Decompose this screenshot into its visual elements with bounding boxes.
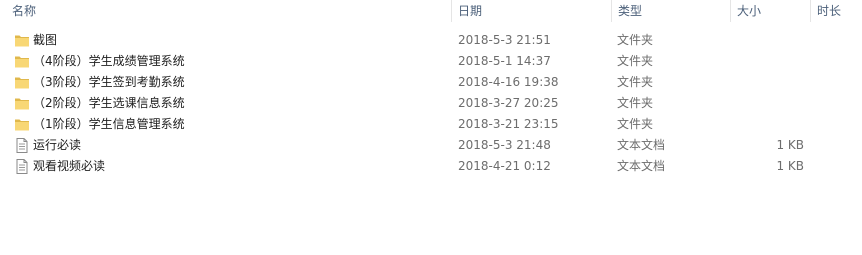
column-header-date[interactable]: 日期 [452,0,611,22]
file-type: 文本文档 [617,159,666,173]
file-name-cell[interactable]: （4阶段）学生成绩管理系统 [14,51,444,72]
column-header-bar: 名称 日期 类型 大小 时长 [0,0,862,22]
folder-icon [14,33,30,48]
file-size: 1 KB [776,138,804,152]
file-name: 截图 [33,33,58,47]
file-date: 2018-5-3 21:51 [458,33,551,47]
column-header-duration[interactable]: 时长 [811,0,862,22]
text-document-icon [14,159,30,174]
file-name-cell[interactable]: 运行必读 [14,135,444,156]
file-size [737,93,804,114]
file-name: 运行必读 [33,138,82,152]
file-name: （4阶段）学生成绩管理系统 [33,54,185,68]
file-list: 截图 2018-5-3 21:51 文件夹 （4阶段）学生成绩管理系统 2018-5-1… [0,30,862,177]
file-row[interactable]: 截图 2018-5-3 21:51 文件夹 [0,30,862,51]
file-name: 观看视频必读 [33,159,106,173]
file-size [737,114,804,135]
file-row[interactable]: （4阶段）学生成绩管理系统 2018-5-1 14:37 文件夹 [0,51,862,72]
file-name-cell[interactable]: 观看视频必读 [14,156,444,177]
file-name: （3阶段）学生签到考勤系统 [33,75,185,89]
file-date: 2018-3-27 20:25 [458,96,559,110]
file-date: 2018-4-16 19:38 [458,75,559,89]
file-name: （1阶段）学生信息管理系统 [33,117,185,131]
file-size [737,51,804,72]
file-type: 文件夹 [617,54,654,68]
file-type: 文件夹 [617,96,654,110]
file-name-cell[interactable]: （2阶段）学生选课信息系统 [14,93,444,114]
file-date: 2018-3-21 23:15 [458,117,559,131]
text-document-icon [14,138,30,153]
file-type: 文件夹 [617,33,654,47]
file-row[interactable]: （1阶段）学生信息管理系统 2018-3-21 23:15 文件夹 [0,114,862,135]
column-header-type[interactable]: 类型 [612,0,730,22]
file-row[interactable]: 运行必读 2018-5-3 21:48 文本文档 1 KB [0,135,862,156]
file-type: 文件夹 [617,75,654,89]
folder-icon [14,96,30,111]
file-name: （2阶段）学生选课信息系统 [33,96,185,110]
file-name-cell[interactable]: 截图 [14,30,444,51]
file-row[interactable]: （3阶段）学生签到考勤系统 2018-4-16 19:38 文件夹 [0,72,862,93]
file-name-cell[interactable]: （1阶段）学生信息管理系统 [14,114,444,135]
column-header-name[interactable]: 名称 [6,0,452,22]
file-type: 文件夹 [617,117,654,131]
file-date: 2018-5-1 14:37 [458,54,551,68]
folder-icon [14,75,30,90]
folder-icon [14,117,30,132]
file-size [737,72,804,93]
file-row[interactable]: （2阶段）学生选课信息系统 2018-3-27 20:25 文件夹 [0,93,862,114]
file-name-cell[interactable]: （3阶段）学生签到考勤系统 [14,72,444,93]
file-size: 1 KB [776,159,804,173]
column-header-size[interactable]: 大小 [731,0,810,22]
file-row[interactable]: 观看视频必读 2018-4-21 0:12 文本文档 1 KB [0,156,862,177]
file-date: 2018-4-21 0:12 [458,159,551,173]
file-type: 文本文档 [617,138,666,152]
file-date: 2018-5-3 21:48 [458,138,551,152]
folder-icon [14,54,30,69]
file-size [737,30,804,51]
